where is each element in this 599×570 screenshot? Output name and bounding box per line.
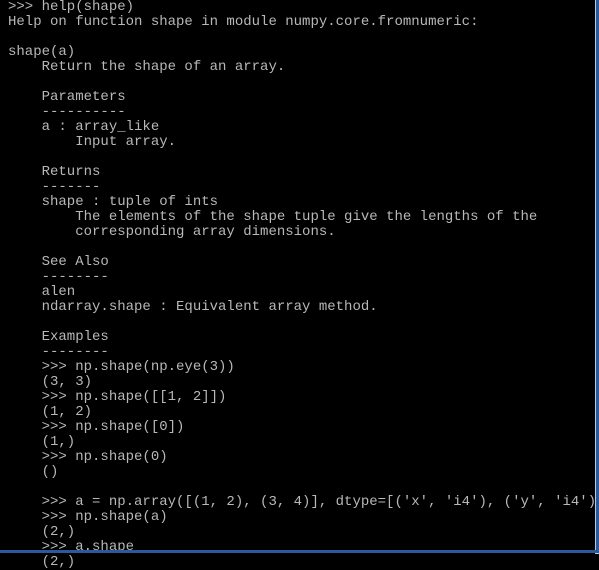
terminal-line: corresponding array dimensions. (8, 225, 599, 240)
terminal-line: () (8, 465, 599, 480)
terminal-line (8, 240, 599, 255)
terminal-line: >>> np.shape(0) (8, 450, 599, 465)
terminal-line: See Also (8, 255, 599, 270)
terminal-line: shape : tuple of ints (8, 195, 599, 210)
terminal-output[interactable]: >>> help(shape)Help on function shape in… (0, 0, 599, 570)
terminal-line: -------- (8, 345, 599, 360)
terminal-line: a : array_like (8, 120, 599, 135)
terminal-line: ------- (8, 180, 599, 195)
terminal-line (8, 150, 599, 165)
terminal-line (8, 30, 599, 45)
terminal-line: alen (8, 285, 599, 300)
terminal-line: >>> np.shape([0]) (8, 420, 599, 435)
terminal-line: (1,) (8, 435, 599, 450)
terminal-line: Examples (8, 330, 599, 345)
terminal-line (8, 480, 599, 495)
terminal-line: >>> np.shape([[1, 2]]) (8, 390, 599, 405)
terminal-line: -------- (8, 270, 599, 285)
terminal-line (8, 75, 599, 90)
terminal-line: (2,) (8, 555, 599, 570)
terminal-line: (1, 2) (8, 405, 599, 420)
terminal-line: >>> a = np.array([(1, 2), (3, 4)], dtype… (8, 495, 599, 510)
terminal-line: shape(a) (8, 45, 599, 60)
terminal-line: >>> np.shape(a) (8, 510, 599, 525)
terminal-line: Parameters (8, 90, 599, 105)
terminal-line: ---------- (8, 105, 599, 120)
terminal-line: >>> np.shape(np.eye(3)) (8, 360, 599, 375)
terminal-line: (3, 3) (8, 375, 599, 390)
terminal-line: Returns (8, 165, 599, 180)
terminal-line (8, 315, 599, 330)
terminal-line: Input array. (8, 135, 599, 150)
terminal-line: The elements of the shape tuple give the… (8, 210, 599, 225)
terminal-line: Help on function shape in module numpy.c… (8, 15, 599, 30)
terminal-line: ndarray.shape : Equivalent array method. (8, 300, 599, 315)
terminal-line: (2,) (8, 525, 599, 540)
terminal-line: >>> help(shape) (8, 0, 599, 15)
terminal-line: Return the shape of an array. (8, 60, 599, 75)
